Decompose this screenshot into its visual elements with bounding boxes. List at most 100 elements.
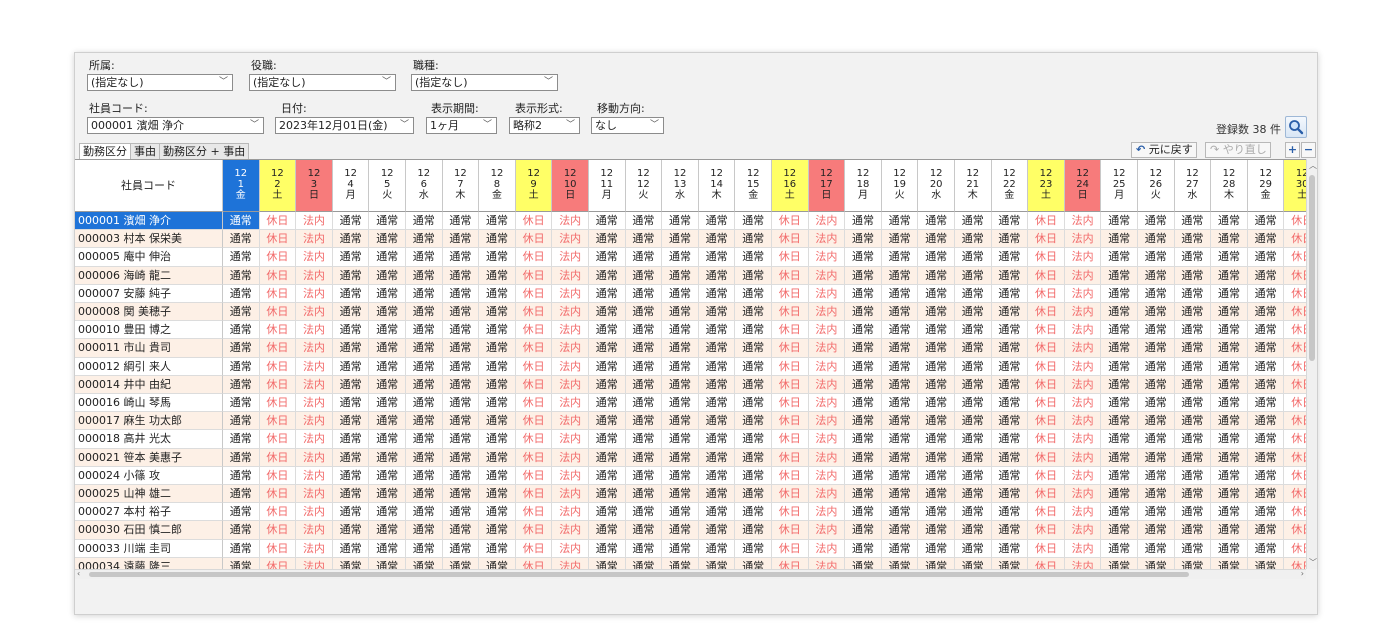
schedule-cell[interactable]: 休日 [259, 357, 297, 376]
schedule-cell[interactable]: 法内 [296, 303, 333, 322]
schedule-cell[interactable]: 通常 [589, 503, 626, 522]
schedule-cell[interactable]: 通常 [369, 412, 406, 431]
schedule-cell[interactable]: 通常 [369, 521, 406, 540]
employee-name-cell[interactable]: 000007 安藤 純子 [75, 284, 223, 303]
schedule-cell[interactable]: 休日 [515, 303, 553, 322]
schedule-cell[interactable]: 通常 [479, 466, 516, 485]
schedule-cell[interactable]: 通常 [1174, 357, 1212, 376]
schedule-cell[interactable]: 法内 [552, 230, 589, 249]
table-row[interactable]: 000008 関 美穂子 通常 休日 法内 通常 通常 通常 通常 通常 休日 法内 通常 通常 通常 通常… [75, 303, 1306, 322]
day-header[interactable]: 12 6 水 [406, 160, 443, 212]
schedule-cell[interactable]: 通常 [918, 448, 955, 467]
schedule-cell[interactable]: 通常 [1211, 503, 1248, 522]
schedule-cell[interactable]: 法内 [296, 212, 333, 231]
schedule-cell[interactable]: 通常 [1211, 430, 1248, 449]
schedule-cell[interactable]: 休日 [772, 303, 809, 322]
schedule-cell[interactable]: 通常 [406, 230, 443, 249]
schedule-cell[interactable]: 通常 [1211, 212, 1248, 231]
day-header[interactable]: 12 12 火 [625, 160, 663, 212]
schedule-cell[interactable]: 通常 [442, 357, 480, 376]
schedule-cell[interactable]: 通常 [845, 430, 882, 449]
schedule-cell[interactable]: 通常 [479, 339, 516, 358]
schedule-cell[interactable]: 休日 [515, 466, 553, 485]
schedule-cell[interactable]: 通常 [845, 339, 882, 358]
schedule-cell[interactable]: 通常 [406, 485, 443, 504]
schedule-cell[interactable]: 法内 [808, 303, 846, 322]
schedule-cell[interactable]: 法内 [808, 339, 846, 358]
schedule-cell[interactable]: 通常 [369, 375, 406, 394]
schedule-cell[interactable]: 休日 [1284, 467, 1306, 485]
employee-name-cell[interactable]: 000018 高井 光太 [75, 430, 223, 449]
schedule-cell[interactable]: 通常 [1101, 303, 1138, 322]
schedule-cell[interactable]: 法内 [1064, 503, 1102, 522]
schedule-cell[interactable]: 通常 [698, 266, 736, 285]
schedule-cell[interactable]: 通常 [1247, 539, 1285, 558]
schedule-cell[interactable]: 通常 [479, 539, 516, 558]
schedule-cell[interactable]: 通常 [223, 375, 260, 394]
schedule-cell[interactable]: 通常 [991, 303, 1029, 322]
schedule-cell[interactable]: 通常 [223, 466, 260, 485]
schedule-cell[interactable]: 通常 [442, 448, 480, 467]
schedule-cell[interactable]: 通常 [918, 248, 955, 267]
employee-name-cell[interactable]: 000016 崎山 琴馬 [75, 394, 223, 413]
day-header[interactable]: 12 19 火 [881, 160, 919, 212]
schedule-cell[interactable]: 法内 [1064, 248, 1102, 267]
schedule-cell[interactable]: 通常 [735, 521, 772, 540]
schedule-cell[interactable]: 通常 [625, 321, 663, 340]
schedule-cell[interactable]: 通常 [223, 248, 260, 267]
schedule-cell[interactable]: 通常 [589, 394, 626, 413]
schedule-cell[interactable]: 通常 [735, 394, 772, 413]
schedule-cell[interactable]: 通常 [698, 284, 736, 303]
schedule-cell[interactable]: 法内 [296, 503, 333, 522]
schedule-cell[interactable]: 通常 [589, 303, 626, 322]
schedule-cell[interactable]: 通常 [369, 503, 406, 522]
scroll-right-icon[interactable]: › [1301, 569, 1304, 578]
table-row[interactable]: 000021 笹本 美惠子 通常 休日 法内 通常 通常 通常 通常 通常 休日 法内 通常 通常 通常通… [75, 448, 1306, 467]
schedule-cell[interactable]: 通常 [625, 412, 663, 431]
schedule-cell[interactable]: 通常 [479, 375, 516, 394]
schedule-cell[interactable]: 通常 [735, 448, 772, 467]
schedule-cell[interactable]: 法内 [808, 539, 846, 558]
schedule-cell[interactable]: 通常 [881, 303, 919, 322]
schedule-cell[interactable]: 通常 [698, 394, 736, 413]
schedule-cell[interactable]: 休日 [1028, 248, 1065, 267]
schedule-cell[interactable]: 通常 [918, 430, 955, 449]
schedule-cell[interactable]: 通常 [589, 448, 626, 467]
schedule-cell[interactable]: 通常 [845, 357, 882, 376]
schedule-cell[interactable]: 通常 [369, 248, 406, 267]
schedule-cell[interactable]: 法内 [552, 266, 589, 285]
schedule-cell[interactable]: 通常 [881, 539, 919, 558]
schedule-cell[interactable]: 通常 [625, 466, 663, 485]
schedule-cell[interactable]: 通常 [881, 412, 919, 431]
schedule-cell[interactable]: 休日 [772, 212, 809, 231]
schedule-cell[interactable]: 通常 [955, 339, 992, 358]
schedule-cell[interactable]: 休日 [1028, 357, 1065, 376]
schedule-cell[interactable]: 法内 [808, 430, 846, 449]
schedule-cell[interactable]: 通常 [589, 321, 626, 340]
schedule-cell[interactable]: 通常 [845, 266, 882, 285]
schedule-cell[interactable]: 休日 [1028, 339, 1065, 358]
schedule-cell[interactable]: 通常 [918, 503, 955, 522]
schedule-cell[interactable]: 通常 [1101, 248, 1138, 267]
schedule-cell[interactable]: 通常 [1247, 430, 1285, 449]
schedule-cell[interactable]: 通常 [406, 303, 443, 322]
schedule-cell[interactable]: 法内 [296, 284, 333, 303]
schedule-cell[interactable]: 通常 [479, 394, 516, 413]
schedule-cell[interactable]: 通常 [479, 303, 516, 322]
schedule-cell[interactable]: 通常 [991, 212, 1029, 231]
schedule-cell[interactable]: 通常 [881, 266, 919, 285]
schedule-cell[interactable]: 休日 [259, 303, 297, 322]
schedule-cell[interactable]: 通常 [1211, 266, 1248, 285]
schedule-cell[interactable]: 通常 [662, 248, 699, 267]
employee-name-cell[interactable]: 000025 山神 雄二 [75, 485, 223, 504]
day-header[interactable]: 12 2 土 [259, 160, 297, 212]
undo-button[interactable]: ↶ 元に戻す [1131, 142, 1197, 158]
employee-name-cell[interactable]: 000017 麻生 功太郎 [75, 412, 223, 431]
schedule-cell[interactable]: 法内 [552, 466, 589, 485]
schedule-cell[interactable]: 通常 [735, 303, 772, 322]
table-row[interactable]: 000010 豊田 博之 通常 休日 法内 通常 通常 通常 通常 通常 休日 法内 通常 通常 通常 通常… [75, 321, 1306, 340]
schedule-cell[interactable]: 通常 [698, 212, 736, 231]
schedule-cell[interactable]: 通常 [332, 266, 370, 285]
schedule-cell[interactable]: 通常 [332, 521, 370, 540]
schedule-cell[interactable]: 通常 [1211, 466, 1248, 485]
